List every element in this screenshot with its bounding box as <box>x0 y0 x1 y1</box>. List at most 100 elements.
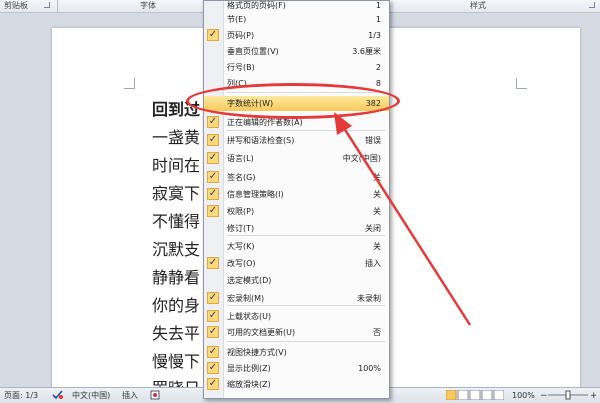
menu-item-value: 3.6厘米 <box>352 47 381 56</box>
menu-separator <box>227 235 385 236</box>
checkmark-icon: ✓ <box>207 116 219 128</box>
menu-item[interactable]: ✓ 宏录制(M) 未录制 <box>204 291 389 306</box>
menu-separator <box>227 92 385 93</box>
checkmark-icon: ✓ <box>207 188 219 200</box>
menu-item[interactable]: 节(E) 1 <box>204 12 389 27</box>
menu-item-value: 关 <box>373 173 381 182</box>
menu-item-label: 缩放滑块(Z) <box>227 380 271 389</box>
checkmark-icon: ✓ <box>207 257 219 269</box>
menu-item-label: 字数统计(W) <box>227 99 274 108</box>
checkmark-icon: ✓ <box>207 171 219 183</box>
margin-mark-right <box>516 78 527 89</box>
styles-launcher-icon[interactable] <box>589 2 595 8</box>
styles-group-label: 样式 <box>470 1 486 10</box>
menu-item-value: 否 <box>373 328 381 337</box>
clipboard-group: 剪贴板 <box>4 0 52 12</box>
menu-item-value: 关 <box>373 190 381 199</box>
doc-line: 不懂得 <box>152 212 201 231</box>
menu-item-label: 选定模式(D) <box>227 276 272 285</box>
menu-item[interactable]: ✓ 缩放滑块(Z) <box>204 377 389 392</box>
menu-item[interactable]: 修订(T) 关闭 <box>204 221 389 236</box>
menu-item-value: 1 <box>375 1 381 10</box>
menu-item[interactable]: 选定模式(D) <box>204 273 389 288</box>
menu-separator <box>227 341 385 342</box>
menu-item-value: 中文(中国) <box>342 154 381 163</box>
status-bar-customize-menu: 格式页的页码(F) 1 节(E) 1 ✓ 页码(P) 1/3 垂直页位置(V) 3.6厘米 行号(… <box>203 0 390 399</box>
menu-item-label: 信息管理策略(I) <box>227 190 284 199</box>
status-zoom[interactable]: 100% <box>512 390 535 401</box>
menu-item[interactable]: ✓字数统计(W)382 <box>204 96 389 111</box>
menu-separator <box>227 130 385 131</box>
menu-item-value: 关闭 <box>365 224 381 233</box>
menu-separator <box>227 305 385 306</box>
menu-item-label: 显示比例(Z) <box>227 364 271 373</box>
menu-item-value: 插入 <box>365 259 381 268</box>
ribbon-separator <box>57 0 58 12</box>
menu-item[interactable]: ✓ 上载状态(U) <box>204 309 389 324</box>
menu-item[interactable]: ✓ 权限(P) 关 <box>204 204 389 219</box>
status-language[interactable]: 中文(中国) <box>72 390 110 401</box>
checkmark-icon: ✓ <box>207 378 219 390</box>
svg-text:−: − <box>540 391 548 400</box>
menu-item[interactable]: ✓ 改写(O) 插入 <box>204 256 389 271</box>
menu-item[interactable]: ✓ 语言(L) 中文(中国) <box>204 151 389 166</box>
checkmark-icon: ✓ <box>207 310 219 322</box>
menu-item-value: 未录制 <box>357 294 381 303</box>
checkmark-icon: ✓ <box>207 205 219 217</box>
font-group: 字体 <box>140 0 180 12</box>
clipboard-launcher-icon[interactable] <box>44 2 50 8</box>
font-group-label: 字体 <box>140 1 156 10</box>
menu-item-label: 宏录制(M) <box>227 294 265 303</box>
status-insert[interactable]: 插入 <box>122 390 138 401</box>
menu-item-value: 100% <box>358 364 381 373</box>
menu-item[interactable]: 垂直页位置(V) 3.6厘米 <box>204 44 389 59</box>
doc-line: 时间在 <box>152 156 201 175</box>
menu-item[interactable]: ✓ 视图快捷方式(V) <box>204 345 389 360</box>
styles-group: 样式 <box>468 0 598 12</box>
zoom-slider[interactable]: − + <box>540 390 598 401</box>
menu-item-label: 正在编辑的作者数(A) <box>227 118 303 127</box>
doc-line: 一盏黄 <box>152 128 201 147</box>
menu-item[interactable]: 行号(B) 2 <box>204 60 389 75</box>
menu-item-label: 大写(K) <box>227 242 255 251</box>
menu-item[interactable]: 列(C) 8 <box>204 76 389 91</box>
menu-item-label: 行号(B) <box>227 63 255 72</box>
menu-item-value: 关 <box>373 242 381 251</box>
view-shortcut-icons[interactable] <box>445 389 505 401</box>
menu-item[interactable]: ✓ 拼写和语法检查(S) 错误 <box>204 133 389 148</box>
menu-item[interactable]: ✓ 页码(P) 1/3 <box>204 28 389 43</box>
menu-item-label: 页码(P) <box>227 31 255 40</box>
menu-item-label: 语言(L) <box>227 154 254 163</box>
menu-item-value: 1 <box>375 15 381 24</box>
menu-item[interactable]: ✓ 信息管理策略(I) 关 <box>204 187 389 202</box>
menu-item-label: 垂直页位置(V) <box>227 47 279 56</box>
checkmark-icon: ✓ <box>207 326 219 338</box>
doc-line: 失去平 <box>152 324 201 343</box>
doc-line: 沉默支 <box>152 240 201 259</box>
checkmark-icon: ✓ <box>207 362 219 374</box>
menu-item-value: 382 <box>365 99 381 108</box>
menu-item[interactable]: ✓ 显示比例(Z) 100% <box>204 361 389 376</box>
menu-item-label: 视图快捷方式(V) <box>227 348 287 357</box>
menu-item[interactable]: ✓ 正在编辑的作者数(A) <box>204 115 389 130</box>
menu-item[interactable]: 大写(K) 关 <box>204 239 389 254</box>
checkmark-icon: ✓ <box>207 346 219 358</box>
menu-item[interactable]: ✓ 可用的文档更新(U) 否 <box>204 325 389 340</box>
doc-line-title: 回到过 <box>152 100 201 119</box>
menu-item-label: 签名(G) <box>227 173 256 182</box>
svg-text:+: + <box>590 391 596 400</box>
menu-item-value: 1/3 <box>368 31 381 40</box>
doc-line: 静静看 <box>152 268 201 287</box>
macro-record-icon[interactable] <box>150 390 160 400</box>
spellcheck-icon[interactable] <box>52 390 64 400</box>
menu-item-label: 改写(O) <box>227 259 256 268</box>
menu-item[interactable]: ✓ 签名(G) 关 <box>204 170 389 185</box>
doc-line: 寂寞下 <box>152 184 201 203</box>
checkmark-icon: ✓ <box>207 134 219 146</box>
menu-item-value: 错误 <box>365 136 381 145</box>
doc-line: 慢慢下 <box>152 352 201 371</box>
menu-item-label: 列(C) <box>227 79 247 88</box>
status-page[interactable]: 页面: 1/3 <box>4 390 38 401</box>
doc-line: 你的身 <box>152 296 201 315</box>
checkmark-icon: ✓ <box>207 152 219 164</box>
